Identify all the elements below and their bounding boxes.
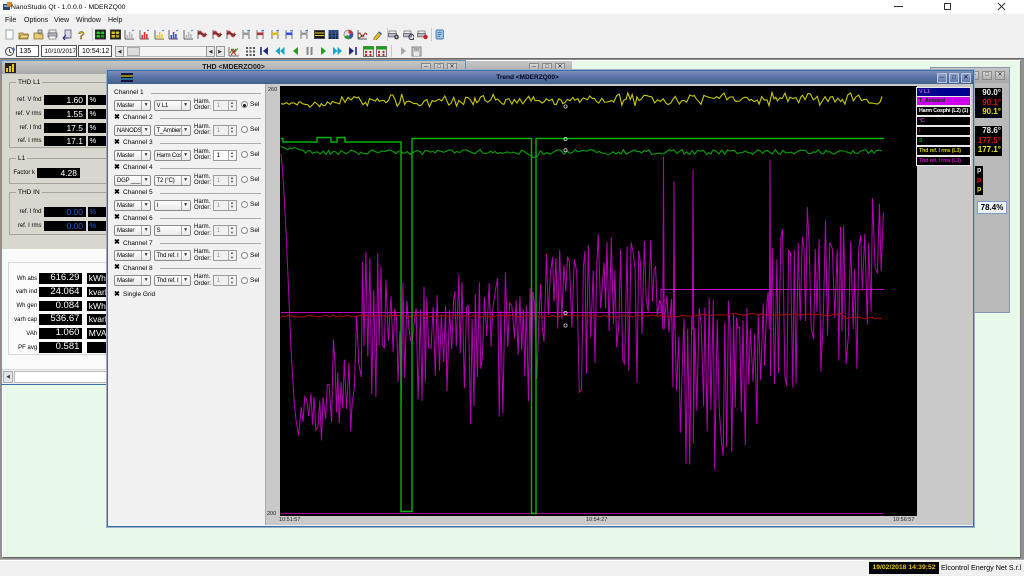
svg-text:?: ? <box>78 30 85 40</box>
